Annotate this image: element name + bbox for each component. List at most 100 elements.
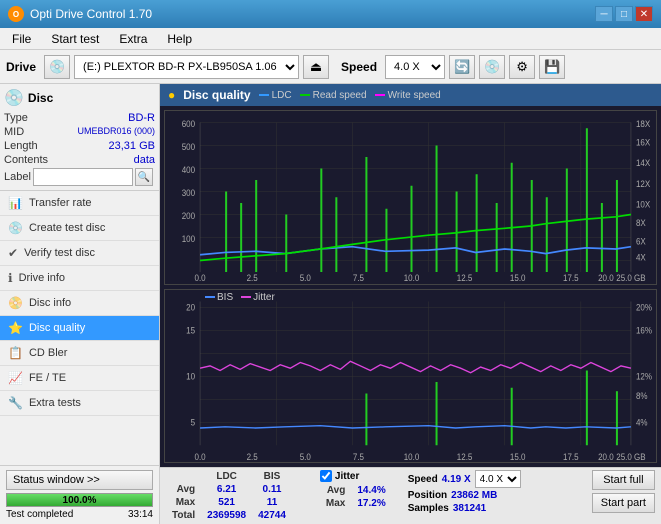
menubar: File Start test Extra Help <box>0 28 661 50</box>
write-legend-color <box>375 94 385 96</box>
ldc-legend-color <box>259 94 269 96</box>
progress-bar: 100.0% <box>6 493 153 507</box>
svg-text:10.0: 10.0 <box>404 451 420 462</box>
svg-text:12%: 12% <box>636 371 652 382</box>
stats-row-max: Max 521 11 <box>166 496 304 509</box>
read-legend-label: Read speed <box>313 90 367 101</box>
verify-test-disc-icon: ✔ <box>8 246 18 260</box>
start-full-button[interactable]: Start full <box>592 470 655 490</box>
status-time: 33:14 <box>128 509 153 520</box>
svg-text:10X: 10X <box>636 199 650 210</box>
jitter-max-val: 17.2% <box>351 497 391 510</box>
svg-text:6X: 6X <box>636 236 646 247</box>
disc-info-icon: 📀 <box>8 296 23 310</box>
mid-label: MID <box>4 126 24 138</box>
menu-start-test[interactable]: Start test <box>43 30 107 48</box>
disc-header-icon: 💿 <box>4 88 24 108</box>
nav-transfer-rate[interactable]: 📊 Transfer rate <box>0 191 159 216</box>
status-text: Test completed <box>6 509 73 520</box>
extra-tests-icon: 🔧 <box>8 396 23 410</box>
svg-text:20.0: 20.0 <box>598 451 614 462</box>
nav-fe-te[interactable]: 📈 FE / TE <box>0 366 159 391</box>
save-button[interactable]: 💾 <box>539 55 565 79</box>
nav-transfer-rate-label: Transfer rate <box>29 197 92 209</box>
menu-file[interactable]: File <box>4 30 39 48</box>
svg-text:2.5: 2.5 <box>247 273 258 284</box>
disc-mid-row: MID UMEBDR016 (000) <box>4 126 155 138</box>
disc-button[interactable]: 💿 <box>479 55 505 79</box>
svg-text:8X: 8X <box>636 217 646 228</box>
legend-bis: BIS <box>205 292 233 303</box>
cd-bler-icon: 📋 <box>8 346 23 360</box>
contents-value: data <box>134 154 155 166</box>
status-section: Status window >> 100.0% Test completed 3… <box>0 465 159 524</box>
legend-ldc: LDC <box>259 90 292 101</box>
nav-verify-test-disc-label: Verify test disc <box>24 247 95 259</box>
nav-verify-test-disc[interactable]: ✔ Verify test disc <box>0 241 159 266</box>
stats-row-total: Total 2369598 42744 <box>166 509 304 522</box>
jitter-label: Jitter <box>335 471 359 482</box>
menu-extra[interactable]: Extra <box>111 30 155 48</box>
svg-text:17.5: 17.5 <box>563 451 579 462</box>
nav-cd-bler[interactable]: 📋 CD Bler <box>0 341 159 366</box>
bis-jitter-chart-svg: 20 15 10 5 20% 16% 12% 8% 4% 0.0 2.5 5.0… <box>165 290 656 463</box>
jitter-checkbox[interactable] <box>320 470 332 482</box>
titlebar: O Opti Drive Control 1.70 ─ □ ✕ <box>0 0 661 28</box>
status-text-row: Test completed 33:14 <box>6 509 153 520</box>
speed-stat-select[interactable]: 4.0 X <box>475 470 521 488</box>
left-panel: 💿 Disc Type BD-R MID UMEBDR016 (000) Len… <box>0 84 160 524</box>
nav-disc-info-label: Disc info <box>29 297 71 309</box>
menu-help[interactable]: Help <box>159 30 200 48</box>
label-input[interactable] <box>33 168 133 186</box>
nav-disc-quality[interactable]: ⭐ Disc quality <box>0 316 159 341</box>
start-part-button[interactable]: Start part <box>592 493 655 513</box>
svg-text:300: 300 <box>182 188 196 199</box>
nav-create-test-disc[interactable]: 💿 Create test disc <box>0 216 159 241</box>
disc-section: 💿 Disc Type BD-R MID UMEBDR016 (000) Len… <box>0 84 159 191</box>
legend-write: Write speed <box>375 90 441 101</box>
jitter-avg-row: Avg 14.4% <box>320 484 392 497</box>
titlebar-controls: ─ □ ✕ <box>595 6 653 22</box>
col-header-empty <box>166 470 201 483</box>
col-header-ldc: LDC <box>201 470 252 483</box>
label-label: Label <box>4 171 31 183</box>
transfer-rate-icon: 📊 <box>8 196 23 210</box>
drive-label: Drive <box>6 60 36 74</box>
jitter-max-row: Max 17.2% <box>320 497 392 510</box>
speed-stat-val: 4.19 X <box>442 474 471 485</box>
settings-button[interactable]: ⚙ <box>509 55 535 79</box>
svg-text:25.0 GB: 25.0 GB <box>616 273 646 284</box>
eject-button[interactable]: ⏏ <box>303 55 329 79</box>
svg-text:4%: 4% <box>636 417 648 428</box>
nav-extra-tests[interactable]: 🔧 Extra tests <box>0 391 159 416</box>
svg-text:25.0 GB: 25.0 GB <box>616 451 646 462</box>
legend-jitter: Jitter <box>241 292 275 303</box>
ldc-chart: 600 500 400 300 200 100 18X 16X 14X 12X … <box>164 110 657 285</box>
maximize-button[interactable]: □ <box>615 6 633 22</box>
drive-select[interactable]: (E:) PLEXTOR BD-R PX-LB950SA 1.06 <box>74 55 299 79</box>
titlebar-left: O Opti Drive Control 1.70 <box>8 6 152 22</box>
avg-bis: 0.11 <box>252 483 292 496</box>
refresh-button[interactable]: 🔄 <box>449 55 475 79</box>
nav-items: 📊 Transfer rate 💿 Create test disc ✔ Ver… <box>0 191 159 465</box>
stats-row-avg: Avg 6.21 0.11 <box>166 483 304 496</box>
drive-icon: 💿 <box>44 55 70 79</box>
main-area: 💿 Disc Type BD-R MID UMEBDR016 (000) Len… <box>0 84 661 524</box>
close-button[interactable]: ✕ <box>635 6 653 22</box>
speed-pos-section: Speed 4.19 X 4.0 X Position 23862 MB Sam… <box>408 470 521 514</box>
jitter-checkbox-row: Jitter <box>320 470 392 482</box>
minimize-button[interactable]: ─ <box>595 6 613 22</box>
speed-select[interactable]: 4.0 X <box>385 55 445 79</box>
samples-row: Samples 381241 <box>408 503 521 514</box>
svg-text:5.0: 5.0 <box>300 273 311 284</box>
nav-disc-info[interactable]: 📀 Disc info <box>0 291 159 316</box>
label-browse-button[interactable]: 🔍 <box>135 168 153 186</box>
length-value: 23,31 GB <box>109 140 155 152</box>
status-window-button[interactable]: Status window >> <box>6 470 153 490</box>
svg-text:0.0: 0.0 <box>195 273 206 284</box>
speed-label: Speed <box>341 60 377 74</box>
nav-drive-info[interactable]: ℹ Drive info <box>0 266 159 291</box>
jitter-avg-label: Avg <box>320 484 351 497</box>
col-header-spacer <box>292 470 304 483</box>
svg-text:15.0: 15.0 <box>510 273 526 284</box>
